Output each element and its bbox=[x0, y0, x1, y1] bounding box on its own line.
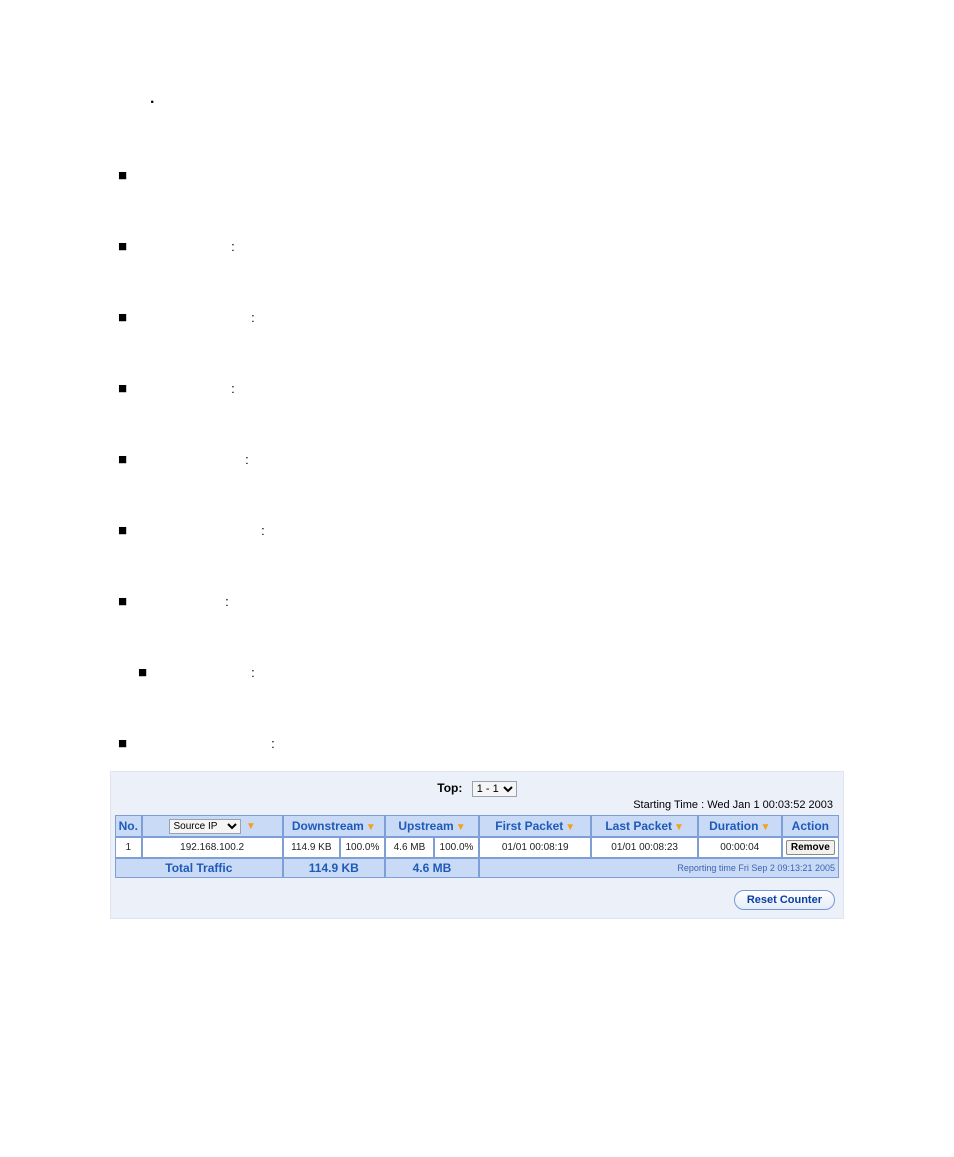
traffic-panel: Top: 1 - 1 Starting Time : Wed Jan 1 00:… bbox=[110, 771, 844, 919]
bullet-item: ■ : bbox=[118, 594, 844, 609]
bullet-colon: : bbox=[259, 523, 265, 538]
sort-down-icon[interactable]: ▼ bbox=[244, 821, 256, 832]
total-up: 4.6 MB bbox=[385, 858, 479, 878]
bullet-item: ■ : bbox=[118, 452, 844, 467]
top-label: Top: bbox=[437, 781, 462, 795]
sort-down-icon[interactable]: ▼ bbox=[454, 822, 466, 833]
cell-up-pct: 100.0% bbox=[434, 837, 479, 858]
bullet-colon: : bbox=[229, 239, 235, 254]
cell-no: 1 bbox=[115, 837, 142, 858]
source-type-select[interactable]: Source IP bbox=[169, 819, 241, 834]
bullet-item: ■ : bbox=[118, 523, 844, 538]
col-source[interactable]: Source IP ▼ bbox=[142, 815, 283, 837]
cell-duration: 00:00:04 bbox=[698, 837, 782, 858]
bullet-colon: : bbox=[249, 310, 255, 325]
square-bullet-icon: ■ bbox=[118, 594, 127, 609]
cell-last-packet: 01/01 00:08:23 bbox=[591, 837, 697, 858]
sort-down-icon[interactable]: ▼ bbox=[758, 822, 770, 833]
bullet-item: ■ : bbox=[138, 665, 844, 680]
col-downstream[interactable]: Downstream▼ bbox=[283, 815, 385, 837]
col-action: Action bbox=[782, 815, 839, 837]
bullet-item: ■ : bbox=[118, 239, 844, 254]
cell-up-size: 4.6 MB bbox=[385, 837, 434, 858]
bullet-colon: : bbox=[223, 594, 229, 609]
bullet-colon: : bbox=[269, 736, 275, 751]
bullet-item: ■ : bbox=[118, 381, 844, 396]
starting-time-value: Wed Jan 1 00:03:52 2003 bbox=[707, 799, 833, 811]
top-range-select[interactable]: 1 - 1 bbox=[472, 781, 517, 797]
square-bullet-icon: ■ bbox=[118, 523, 127, 538]
col-first-packet[interactable]: First Packet▼ bbox=[479, 815, 591, 837]
total-down: 114.9 KB bbox=[283, 858, 385, 878]
col-no[interactable]: No. bbox=[115, 815, 142, 837]
sort-down-icon[interactable]: ▼ bbox=[672, 822, 684, 833]
sort-down-icon[interactable]: ▼ bbox=[364, 822, 376, 833]
remove-button[interactable]: Remove bbox=[786, 840, 835, 855]
col-upstream[interactable]: Upstream▼ bbox=[385, 815, 479, 837]
square-bullet-icon: ■ bbox=[118, 168, 127, 183]
bullet-item: ■ : bbox=[118, 736, 844, 751]
top-row: Top: 1 - 1 bbox=[115, 778, 839, 799]
reset-counter-button[interactable]: Reset Counter bbox=[734, 890, 835, 910]
starting-time: Starting Time : Wed Jan 1 00:03:52 2003 bbox=[115, 799, 839, 815]
traffic-table: No. Source IP ▼ Downstream▼ Upstream▼ Fi… bbox=[115, 815, 839, 878]
bullet-colon: : bbox=[243, 452, 249, 467]
cell-action: Remove bbox=[782, 837, 839, 858]
square-bullet-icon: ■ bbox=[118, 736, 127, 751]
bullet-item: ■ : bbox=[118, 310, 844, 325]
bullet-colon: : bbox=[249, 665, 255, 680]
square-bullet-icon: ■ bbox=[118, 381, 127, 396]
cell-down-pct: 100.0% bbox=[340, 837, 385, 858]
starting-time-label: Starting Time : bbox=[633, 799, 704, 811]
section-number: . bbox=[150, 90, 844, 108]
square-bullet-icon: ■ bbox=[138, 665, 147, 680]
total-label: Total Traffic bbox=[115, 858, 283, 878]
cell-first-packet: 01/01 00:08:19 bbox=[479, 837, 591, 858]
bullet-colon: : bbox=[229, 381, 235, 396]
cell-source: 192.168.100.2 bbox=[142, 837, 283, 858]
total-row: Total Traffic 114.9 KB 4.6 MB Reporting … bbox=[115, 858, 839, 878]
bullet-list: ■ ■ : ■ : ■ : ■ : ■ : ■ : ■ : bbox=[110, 168, 844, 751]
square-bullet-icon: ■ bbox=[118, 452, 127, 467]
sort-down-icon[interactable]: ▼ bbox=[563, 822, 575, 833]
square-bullet-icon: ■ bbox=[118, 239, 127, 254]
square-bullet-icon: ■ bbox=[118, 310, 127, 325]
cell-down-size: 114.9 KB bbox=[283, 837, 340, 858]
col-duration[interactable]: Duration▼ bbox=[698, 815, 782, 837]
table-row: 1 192.168.100.2 114.9 KB 100.0% 4.6 MB 1… bbox=[115, 837, 839, 858]
reporting-time: Reporting time Fri Sep 2 09:13:21 2005 bbox=[479, 858, 839, 878]
col-last-packet[interactable]: Last Packet▼ bbox=[591, 815, 697, 837]
bullet-item: ■ bbox=[118, 168, 844, 183]
